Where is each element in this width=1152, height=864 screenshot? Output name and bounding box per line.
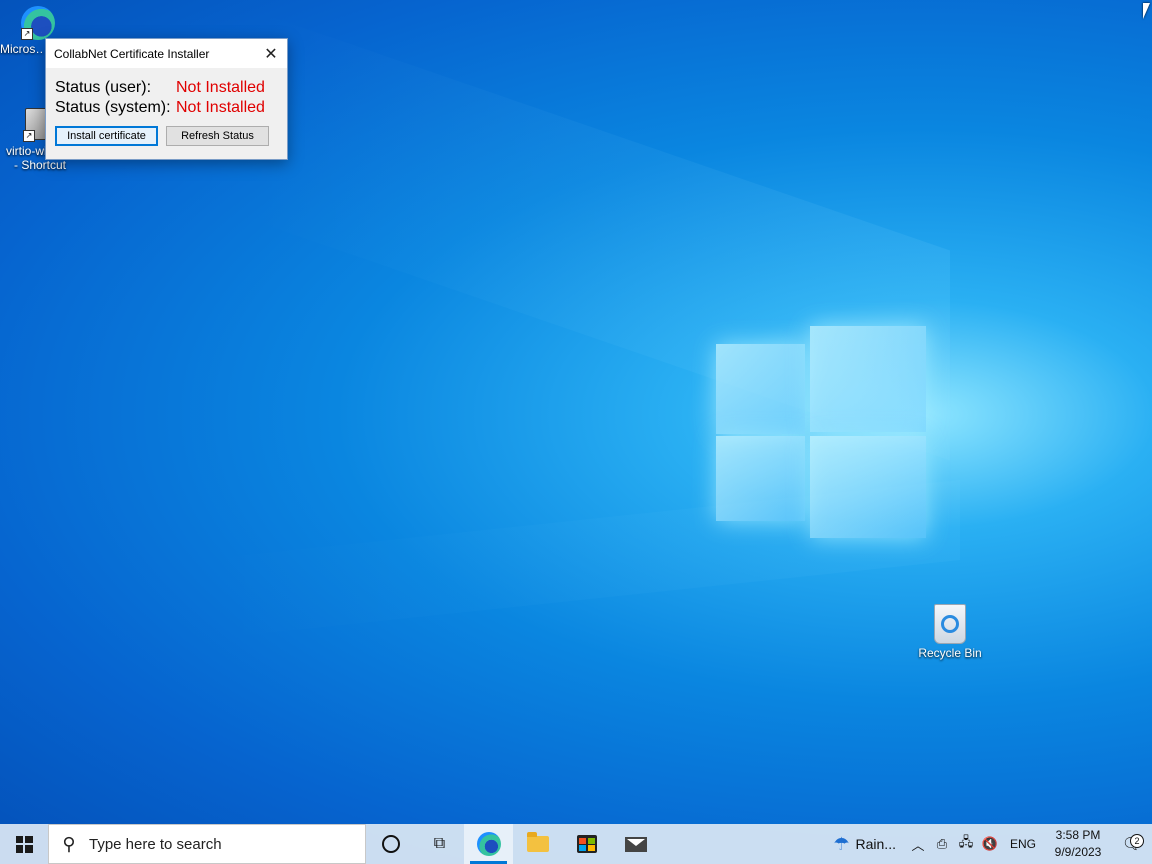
search-placeholder: Type here to search bbox=[89, 835, 222, 853]
file-explorer-button[interactable] bbox=[513, 824, 562, 864]
mail-button[interactable] bbox=[611, 824, 660, 864]
certificate-installer-dialog: CollabNet Certificate Installer ✕ Status… bbox=[45, 38, 288, 160]
search-box[interactable]: ⚲ Type here to search bbox=[48, 824, 366, 864]
store-icon bbox=[576, 835, 597, 853]
recycle-bin-icon bbox=[934, 604, 966, 644]
clock-date: 9/9/2023 bbox=[1054, 845, 1102, 859]
dialog-title: CollabNet Certificate Installer bbox=[54, 46, 210, 61]
install-certificate-button[interactable]: Install certificate bbox=[55, 126, 158, 146]
system-tray: ☂ Rain... ︿ ⎙ 🖧 🔇 ENG 3:58 PM 9/9/2023 🗨… bbox=[823, 824, 1152, 864]
edge-icon bbox=[476, 832, 501, 856]
volume-muted-icon: 🔇 bbox=[981, 836, 999, 851]
task-view-button[interactable]: ⧉ bbox=[415, 824, 464, 864]
close-button[interactable]: ✕ bbox=[255, 39, 287, 68]
windows-icon bbox=[15, 835, 33, 853]
clock[interactable]: 3:58 PM 9/9/2023 bbox=[1044, 827, 1112, 861]
rain-umbrella-icon: ☂ bbox=[833, 833, 850, 854]
status-system-label: Status (system): bbox=[55, 99, 171, 116]
taskbar-edge-button[interactable] bbox=[464, 824, 513, 864]
volume-button[interactable]: 🔇 bbox=[978, 836, 1002, 852]
show-hidden-icons-button[interactable]: ︿ bbox=[906, 835, 930, 854]
status-user-value: Not Installed bbox=[176, 79, 265, 96]
cortana-button[interactable] bbox=[366, 824, 415, 864]
chevron-up-icon: ︿ bbox=[911, 837, 925, 853]
language-indicator[interactable]: ENG bbox=[1002, 837, 1044, 851]
device-icon: ⎙ bbox=[936, 836, 948, 851]
file-explorer-icon bbox=[526, 832, 549, 852]
close-icon: ✕ bbox=[264, 45, 278, 63]
weather-text: Rain... bbox=[855, 836, 896, 852]
refresh-status-button[interactable]: Refresh Status bbox=[166, 126, 269, 146]
taskbar: ⚲ Type here to search ⧉ ☂ Rain... ︿ ⎙ 🖧 … bbox=[0, 824, 1152, 864]
task-view-icon: ⧉ bbox=[433, 835, 446, 852]
search-icon: ⚲ bbox=[62, 833, 76, 854]
windows-logo-wallpaper bbox=[716, 326, 926, 538]
start-button[interactable] bbox=[0, 824, 48, 864]
store-button[interactable] bbox=[562, 824, 611, 864]
status-system-value: Not Installed bbox=[176, 99, 265, 116]
mouse-cursor-icon bbox=[1143, 3, 1150, 19]
mail-icon bbox=[624, 836, 647, 852]
cortana-icon bbox=[381, 835, 400, 853]
desktop-icon-label-2: - Shortcut bbox=[13, 158, 67, 172]
clock-time: 3:58 PM bbox=[1055, 828, 1101, 842]
network-button[interactable]: 🖧 bbox=[954, 833, 978, 855]
desktop-icon-label: Micros… Edg… bbox=[0, 42, 44, 56]
desktop-icon-recycle-bin[interactable]: Recycle Bin bbox=[912, 604, 988, 660]
tray-device-button[interactable]: ⎙ bbox=[930, 836, 954, 852]
edge-icon: ↗ bbox=[21, 6, 55, 40]
notification-count-badge: 2 bbox=[1130, 834, 1144, 848]
status-user-label: Status (user): bbox=[55, 79, 152, 96]
network-icon: 🖧 bbox=[958, 834, 974, 849]
action-center-button[interactable]: 🗨 2 bbox=[1112, 834, 1152, 854]
weather-widget[interactable]: ☂ Rain... bbox=[823, 834, 906, 855]
desktop-icon-label: Recycle Bin bbox=[918, 646, 982, 660]
